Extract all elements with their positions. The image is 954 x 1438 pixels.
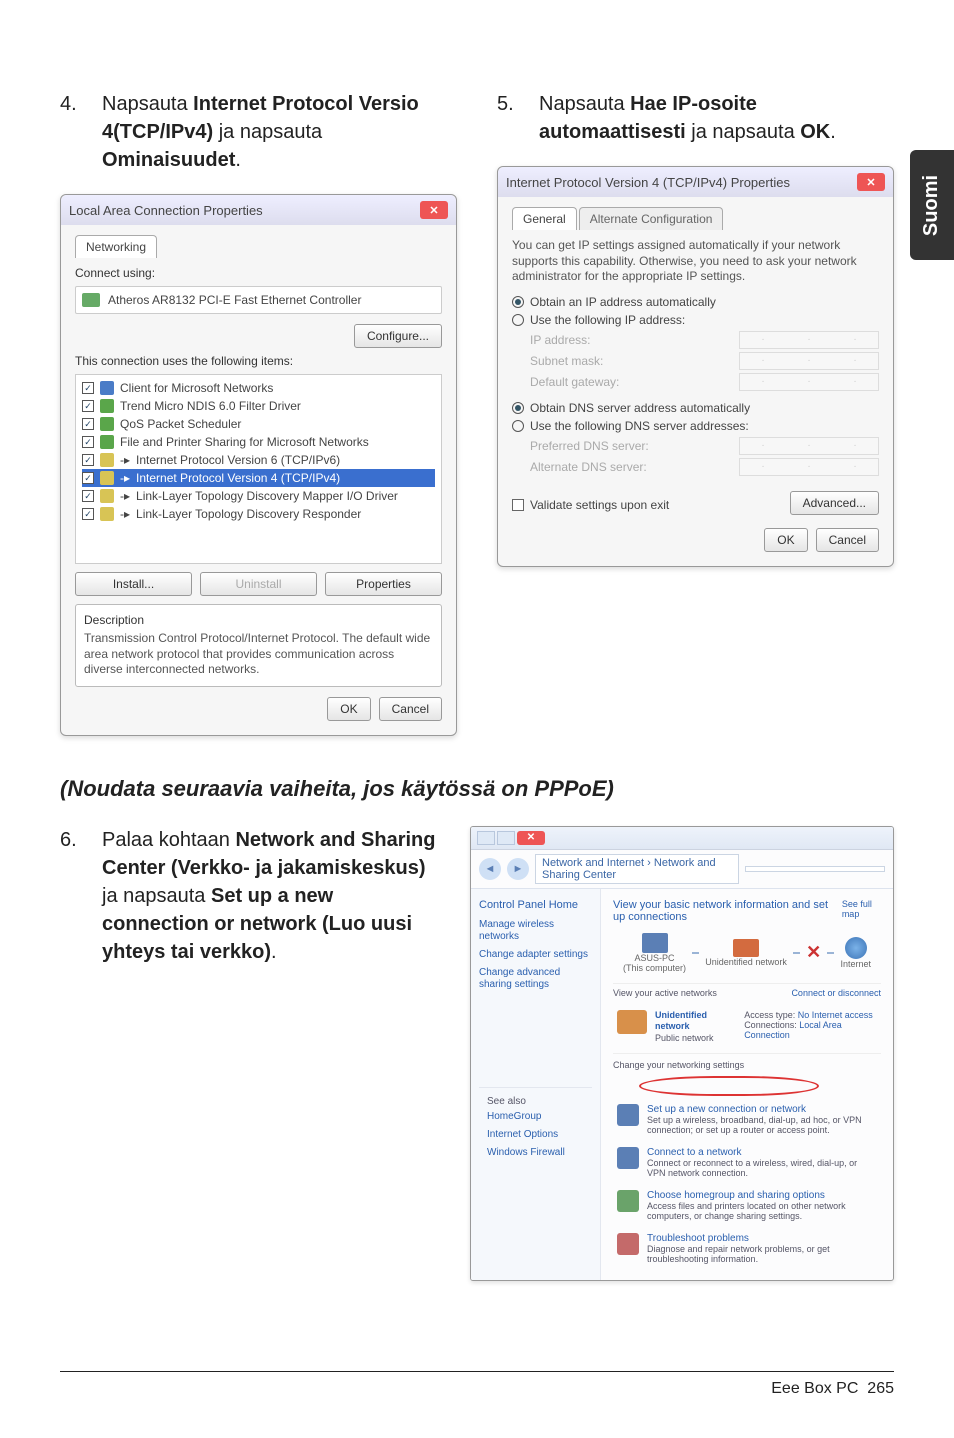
network-items-list[interactable]: ✓Client for Microsoft Networks ✓Trend Mi…: [75, 374, 442, 564]
network-map: ASUS-PC(This computer) Unidentified netw…: [613, 933, 881, 984]
language-tab-label: Suomi: [921, 174, 944, 235]
radio-icon: [512, 420, 524, 432]
ipv4-properties-dialog: Internet Protocol Version 4 (TCP/IPv4) P…: [497, 166, 894, 567]
ipv4-intro: You can get IP settings assigned automat…: [512, 238, 879, 285]
radio-ip-auto[interactable]: Obtain an IP address automatically: [512, 295, 879, 309]
sidebar-link[interactable]: Change adapter settings: [479, 949, 592, 961]
troubleshoot-icon: [617, 1233, 639, 1255]
validate-checkbox[interactable]: Validate settings upon exit: [512, 498, 669, 512]
language-tab: Suomi: [910, 150, 954, 260]
cancel-button[interactable]: Cancel: [816, 528, 879, 552]
setup-connection-icon: [617, 1104, 639, 1126]
ip-address-field: ···: [739, 331, 879, 349]
radio-dns-manual[interactable]: Use the following DNS server addresses:: [512, 419, 879, 433]
option-connect-network[interactable]: Connect to a networkConnect or reconnect…: [613, 1141, 881, 1184]
minimize-icon[interactable]: [477, 831, 495, 845]
close-icon[interactable]: ✕: [420, 201, 448, 219]
nic-icon: [82, 293, 100, 307]
radio-icon: [512, 314, 524, 326]
step-4-text: Napsauta Internet Protocol Versio 4(TCP/…: [102, 90, 457, 174]
option-setup-new-connection[interactable]: Set up a new connection or networkSet up…: [613, 1098, 881, 1141]
connect-disconnect-link[interactable]: Connect or disconnect: [791, 988, 881, 998]
globe-icon: [845, 937, 867, 959]
connection-properties-dialog: Local Area Connection Properties ✕ Netwo…: [60, 194, 457, 736]
search-input[interactable]: [745, 866, 885, 872]
list-item[interactable]: ✓Trend Micro NDIS 6.0 Filter Driver: [82, 397, 435, 415]
sidebar-link[interactable]: Change advanced sharing settings: [479, 967, 592, 991]
step-6-number: 6.: [60, 826, 84, 854]
dialog-title: Internet Protocol Version 4 (TCP/IPv4) P…: [506, 175, 790, 190]
list-item[interactable]: ✓-▸ Internet Protocol Version 6 (TCP/IPv…: [82, 451, 435, 469]
forward-icon[interactable]: ►: [507, 858, 529, 880]
option-homegroup[interactable]: Choose homegroup and sharing optionsAcce…: [613, 1184, 881, 1227]
page-footer: Eee Box PC 265: [60, 1371, 894, 1398]
list-item[interactable]: ✓-▸ Link-Layer Topology Discovery Mapper…: [82, 487, 435, 505]
subnet-field: ···: [739, 352, 879, 370]
gateway-field: ···: [739, 373, 879, 391]
step-5-text: Napsauta Hae IP-osoite automaattisesti j…: [539, 90, 894, 146]
ok-button[interactable]: OK: [764, 528, 807, 552]
main-header: View your basic network information and …: [613, 899, 842, 923]
list-item[interactable]: ✓QoS Packet Scheduler: [82, 415, 435, 433]
maximize-icon[interactable]: [497, 831, 515, 845]
no-connection-icon: ✕: [806, 942, 821, 963]
pref-dns-field: ···: [739, 437, 879, 455]
breadcrumb: ◄ ► Network and Internet › Network and S…: [471, 850, 893, 889]
install-button[interactable]: Install...: [75, 572, 192, 596]
step-4-number: 4.: [60, 90, 84, 118]
list-item[interactable]: ✓File and Printer Sharing for Microsoft …: [82, 433, 435, 451]
step-6-text: Palaa kohtaan Network and Sharing Center…: [102, 826, 440, 966]
pppoe-heading: (Noudata seuraavia vaiheita, jos käytöss…: [60, 776, 894, 802]
active-network-block: Unidentified network Public network Acce…: [613, 1002, 881, 1054]
ok-button[interactable]: OK: [327, 697, 370, 721]
radio-icon: [512, 296, 524, 308]
radio-ip-manual[interactable]: Use the following IP address:: [512, 313, 879, 327]
radio-dns-auto[interactable]: Obtain DNS server address automatically: [512, 401, 879, 415]
step-5-number: 5.: [497, 90, 521, 118]
alt-dns-field: ···: [739, 458, 879, 476]
router-icon: [733, 939, 759, 957]
homegroup-icon: [617, 1190, 639, 1212]
checkbox-icon: [512, 499, 524, 511]
radio-icon: [512, 402, 524, 414]
network-icon: [617, 1010, 647, 1034]
list-item[interactable]: ✓Client for Microsoft Networks: [82, 379, 435, 397]
step-6: 6. Palaa kohtaan Network and Sharing Cen…: [60, 826, 440, 966]
red-callout-circle: [639, 1076, 819, 1096]
close-icon[interactable]: ✕: [517, 831, 545, 845]
connect-using-label: Connect using:: [75, 266, 442, 280]
close-icon[interactable]: ✕: [857, 173, 885, 191]
side-header: Control Panel Home: [479, 899, 592, 911]
see-full-map-link[interactable]: See full map: [842, 899, 881, 933]
list-item-selected[interactable]: ✓-▸ Internet Protocol Version 4 (TCP/IPv…: [82, 469, 435, 487]
advanced-button[interactable]: Advanced...: [790, 491, 879, 515]
tab-general[interactable]: General: [512, 207, 577, 230]
pc-icon: [642, 933, 668, 953]
adapter-field: Atheros AR8132 PCI-E Fast Ethernet Contr…: [75, 286, 442, 314]
sidebar-link[interactable]: Manage wireless networks: [479, 919, 592, 943]
option-troubleshoot[interactable]: Troubleshoot problemsDiagnose and repair…: [613, 1227, 881, 1270]
see-also-link[interactable]: Windows Firewall: [487, 1147, 584, 1159]
uninstall-button[interactable]: Uninstall: [200, 572, 317, 596]
step-5: 5. Napsauta Hae IP-osoite automaattisest…: [497, 90, 894, 146]
cancel-button[interactable]: Cancel: [379, 697, 442, 721]
tab-networking[interactable]: Networking: [75, 235, 157, 258]
description-box: Description Transmission Control Protoco…: [75, 604, 442, 687]
network-sharing-center-window: ✕ ◄ ► Network and Internet › Network and…: [470, 826, 894, 1281]
tab-alternate[interactable]: Alternate Configuration: [579, 207, 724, 230]
see-also-link[interactable]: Internet Options: [487, 1129, 584, 1141]
back-icon[interactable]: ◄: [479, 858, 501, 880]
step-4: 4. Napsauta Internet Protocol Versio 4(T…: [60, 90, 457, 174]
items-label: This connection uses the following items…: [75, 354, 442, 368]
connect-network-icon: [617, 1147, 639, 1169]
see-also-link[interactable]: HomeGroup: [487, 1111, 584, 1123]
configure-button[interactable]: Configure...: [354, 324, 442, 348]
properties-button[interactable]: Properties: [325, 572, 442, 596]
dialog-title: Local Area Connection Properties: [69, 203, 263, 218]
list-item[interactable]: ✓-▸ Link-Layer Topology Discovery Respon…: [82, 505, 435, 523]
